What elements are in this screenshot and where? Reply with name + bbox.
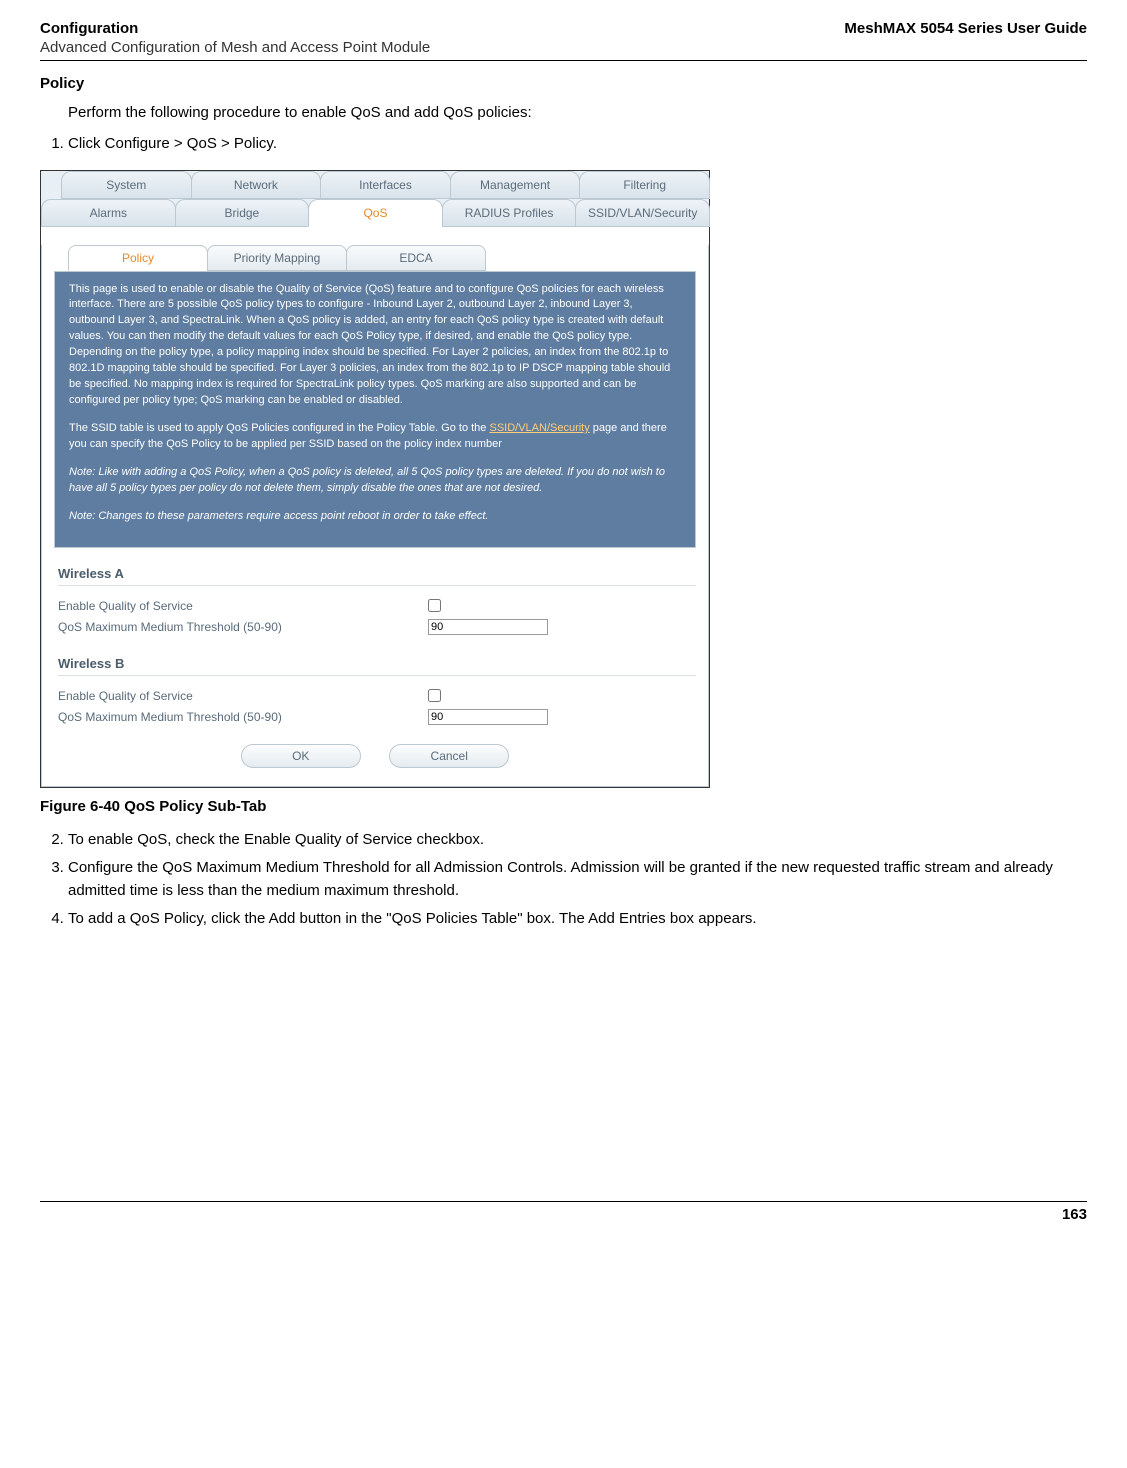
step3-a: Configure the	[68, 859, 162, 876]
step4-bold: Add	[269, 910, 296, 927]
step1-bold: Configure > QoS > Policy	[105, 135, 273, 152]
step4-b: button in the "QoS Policies Table" box. …	[295, 910, 756, 927]
wireless-b-title: Wireless B	[58, 656, 696, 676]
step-4: To add a QoS Policy, click the Add butto…	[68, 908, 1087, 931]
info-note1: Note: Like with adding a QoS Policy, whe…	[69, 465, 681, 497]
step2-bold: Enable Quality of Service	[244, 831, 412, 848]
step4-a: To add a QoS Policy, click the	[68, 910, 269, 927]
ok-button[interactable]: OK	[241, 744, 361, 768]
tab-bridge[interactable]: Bridge	[175, 199, 310, 227]
intro-text: Perform the following procedure to enabl…	[68, 102, 1087, 123]
panel-inner: Policy Priority Mapping EDCA This page i…	[41, 245, 709, 787]
step2-a: To enable QoS, check the	[68, 831, 244, 848]
header-sub: Advanced Configuration of Mesh and Acces…	[40, 39, 1087, 56]
info-panel: This page is used to enable or disable t…	[54, 271, 696, 548]
step1-prefix: Click	[68, 135, 105, 152]
step-2: To enable QoS, check the Enable Quality …	[68, 829, 1087, 852]
wireless-a-enable-label: Enable Quality of Service	[58, 599, 428, 613]
tab-radius-profiles[interactable]: RADIUS Profiles	[442, 199, 577, 227]
wireless-a-threshold-input[interactable]	[428, 619, 548, 635]
tab-management[interactable]: Management	[450, 171, 581, 199]
info-p2a: The SSID table is used to apply QoS Poli…	[69, 422, 489, 434]
tab-interfaces[interactable]: Interfaces	[320, 171, 451, 199]
step-3: Configure the QoS Maximum Medium Thresho…	[68, 857, 1087, 902]
info-p1: This page is used to enable or disable t…	[69, 282, 681, 410]
step3-bold: QoS Maximum Medium Threshold	[162, 859, 389, 876]
wireless-a-enable-checkbox[interactable]	[428, 599, 441, 612]
header-divider	[40, 60, 1087, 61]
step3-italic: medium maximum threshold	[266, 882, 454, 899]
steps-list-bottom: To enable QoS, check the Enable Quality …	[68, 829, 1087, 931]
wireless-b-enable-checkbox[interactable]	[428, 689, 441, 702]
page-number: 163	[40, 1206, 1087, 1223]
subtab-policy[interactable]: Policy	[68, 245, 208, 271]
tab-qos[interactable]: QoS	[308, 199, 443, 227]
figure-caption: Figure 6-40 QoS Policy Sub-Tab	[40, 798, 1087, 815]
wireless-b-enable-row: Enable Quality of Service	[54, 686, 696, 706]
tab-alarms[interactable]: Alarms	[41, 199, 176, 227]
wireless-a-threshold-row: QoS Maximum Medium Threshold (50-90)	[54, 616, 696, 638]
steps-list-top: Click Configure > QoS > Policy.	[68, 133, 1087, 156]
main-tabs-row-2: Alarms Bridge QoS RADIUS Profiles SSID/V…	[41, 199, 709, 227]
sub-tabs: Policy Priority Mapping EDCA	[68, 245, 696, 271]
header-right: MeshMAX 5054 Series User Guide	[844, 20, 1087, 37]
button-row: OK Cancel	[54, 728, 696, 772]
subtab-priority-mapping[interactable]: Priority Mapping	[207, 245, 347, 271]
wireless-a-threshold-label: QoS Maximum Medium Threshold (50-90)	[58, 620, 428, 634]
wireless-b-enable-label: Enable Quality of Service	[58, 689, 428, 703]
policy-heading: Policy	[40, 75, 1087, 92]
info-p2: The SSID table is used to apply QoS Poli…	[69, 421, 681, 453]
ssid-vlan-security-link[interactable]: SSID/VLAN/Security	[489, 422, 589, 434]
step-1: Click Configure > QoS > Policy.	[68, 133, 1087, 156]
cancel-button[interactable]: Cancel	[389, 744, 509, 768]
tab-network[interactable]: Network	[191, 171, 322, 199]
wireless-a-title: Wireless A	[58, 566, 696, 586]
wireless-a-enable-row: Enable Quality of Service	[54, 596, 696, 616]
step1-suffix: .	[273, 135, 277, 152]
step2-b: checkbox.	[412, 831, 484, 848]
tab-system[interactable]: System	[61, 171, 192, 199]
wireless-b-threshold-input[interactable]	[428, 709, 548, 725]
wireless-b-threshold-label: QoS Maximum Medium Threshold (50-90)	[58, 710, 428, 724]
footer-divider	[40, 1201, 1087, 1202]
subtab-edca[interactable]: EDCA	[346, 245, 486, 271]
qos-policy-screenshot: System Network Interfaces Management Fil…	[40, 170, 710, 788]
step3-c: .	[455, 882, 459, 899]
tab-ssid-vlan-security[interactable]: SSID/VLAN/Security	[575, 199, 710, 227]
header-left: Configuration	[40, 20, 138, 37]
wireless-b-threshold-row: QoS Maximum Medium Threshold (50-90)	[54, 706, 696, 728]
info-note2: Note: Changes to these parameters requir…	[69, 509, 681, 525]
page-header: Configuration MeshMAX 5054 Series User G…	[40, 20, 1087, 37]
main-tabs-row-1: System Network Interfaces Management Fil…	[41, 171, 709, 199]
tab-filtering[interactable]: Filtering	[579, 171, 710, 199]
